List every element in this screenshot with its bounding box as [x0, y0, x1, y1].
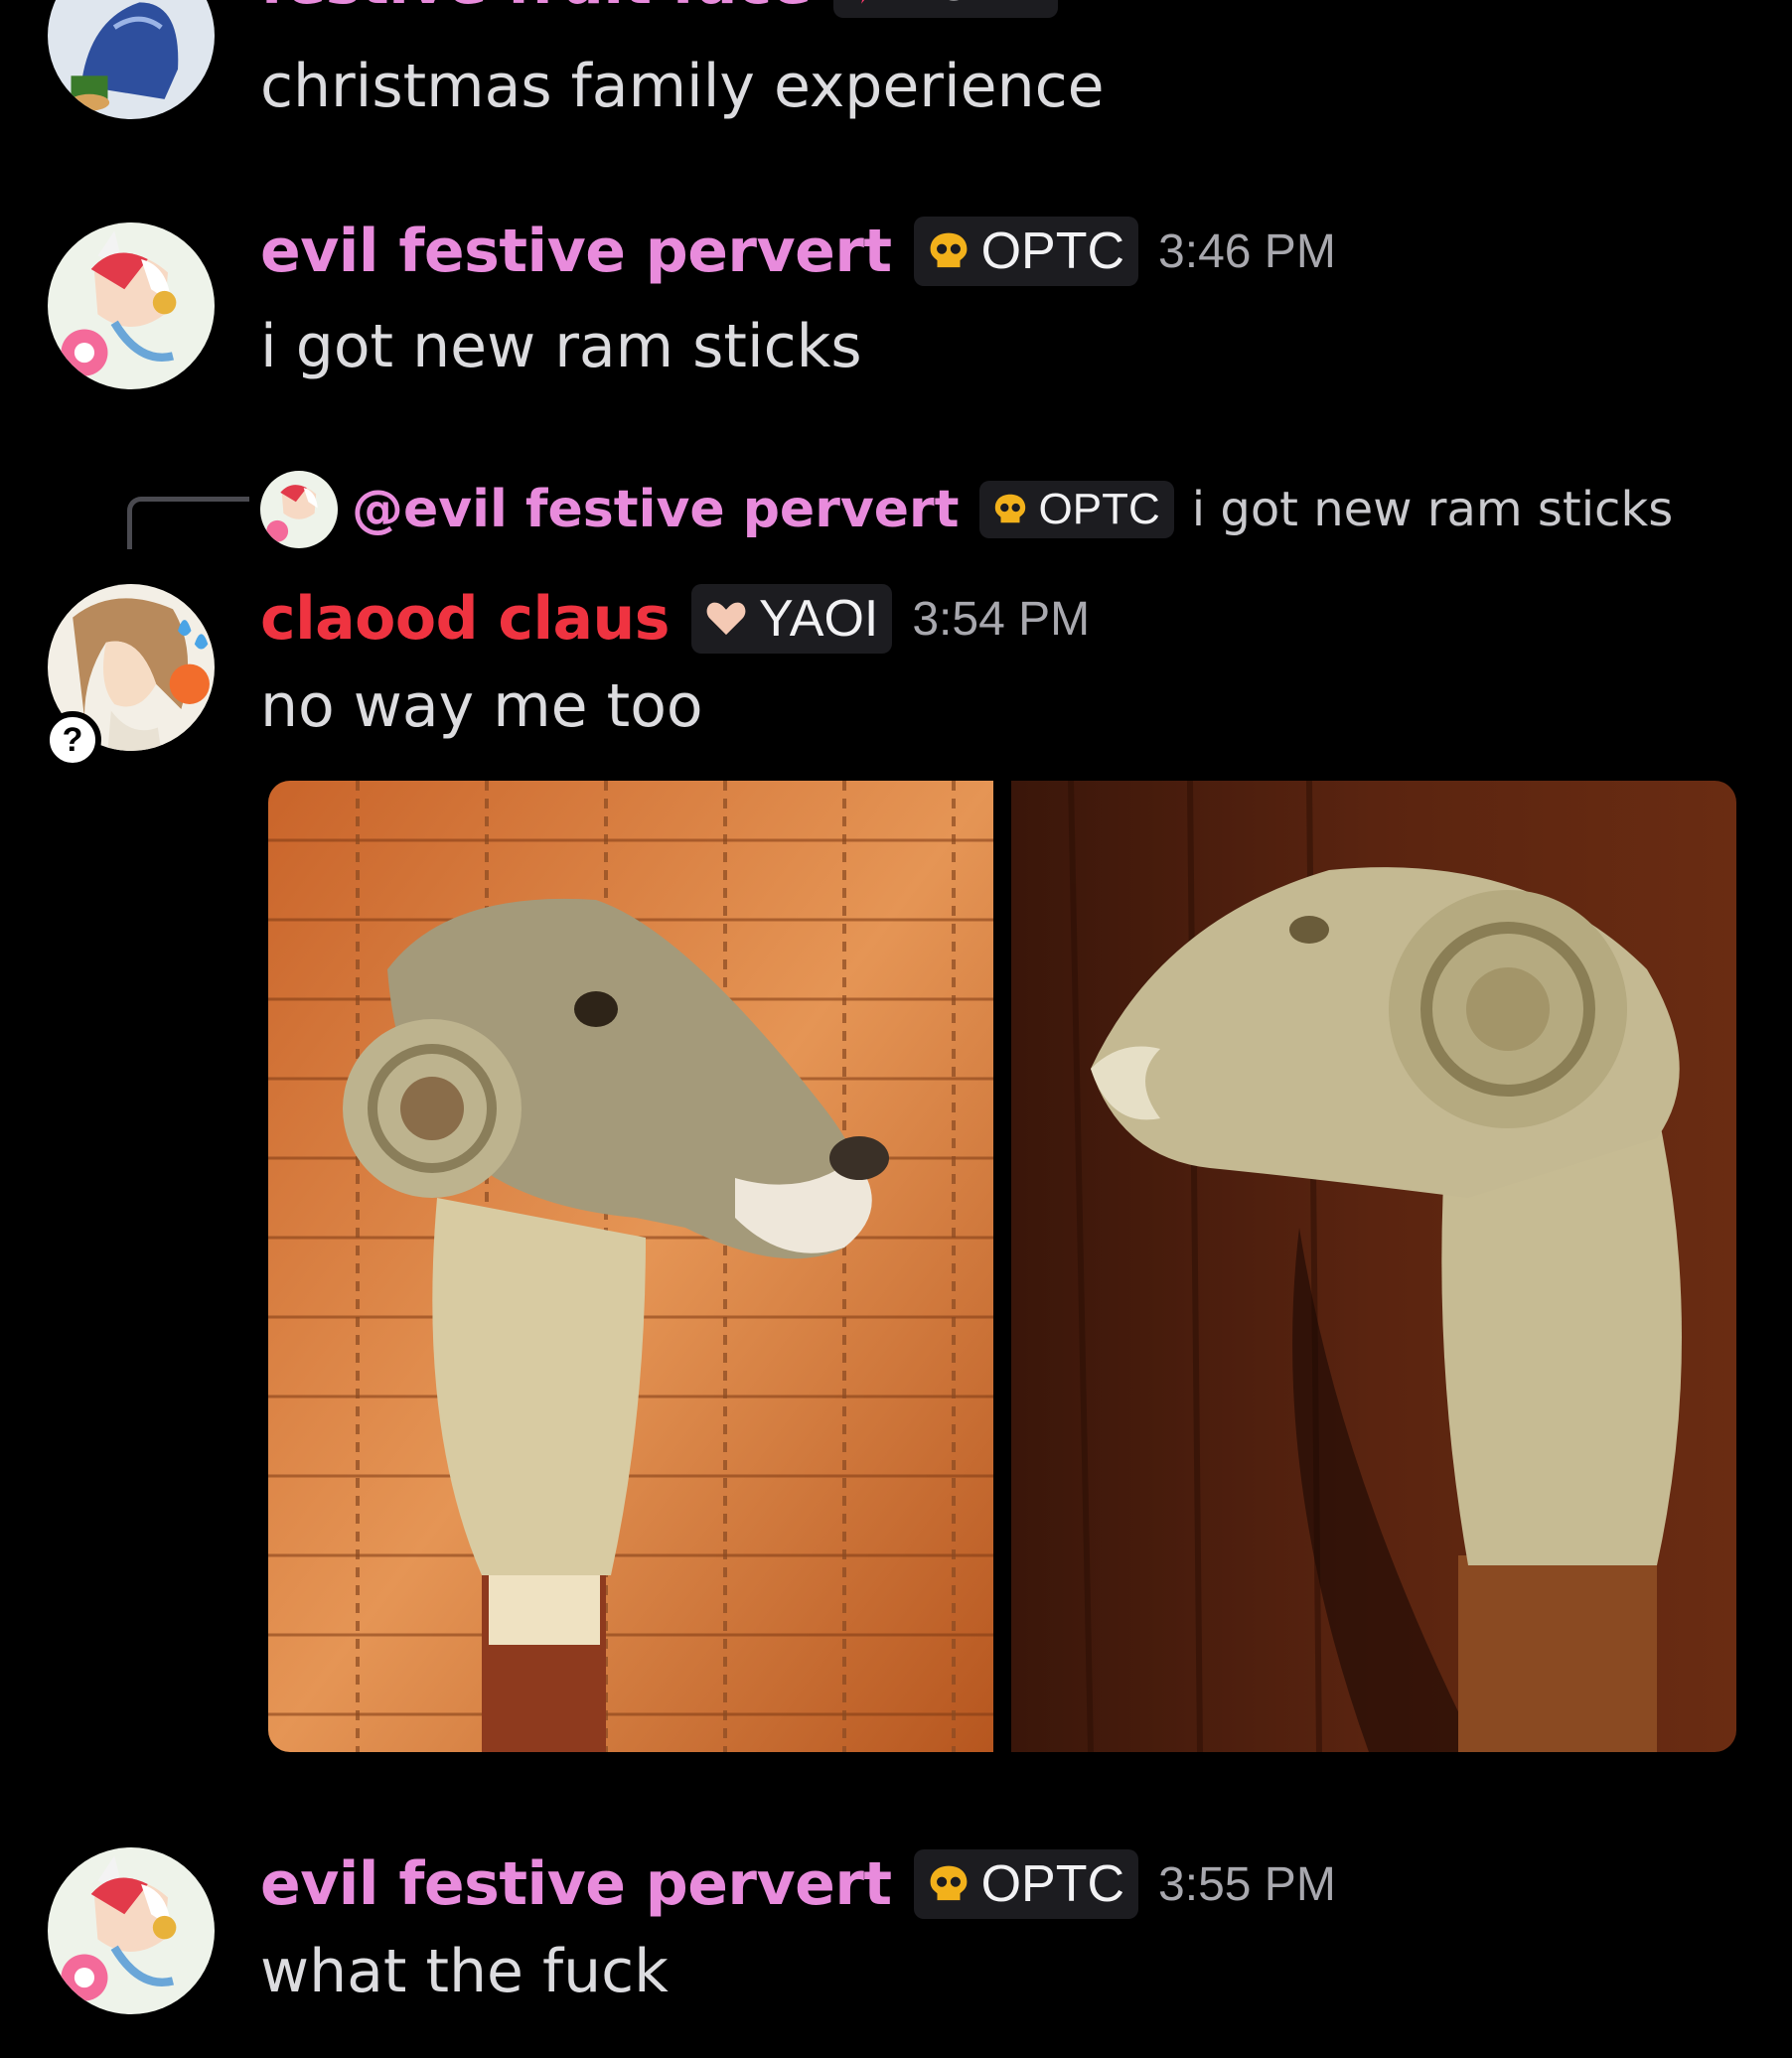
avatar[interactable]: [48, 1847, 215, 2014]
skull-icon: [926, 1861, 971, 1907]
tag-label: OPTC: [1038, 485, 1160, 533]
username[interactable]: evil festive pervert: [260, 217, 892, 286]
username[interactable]: claood claus: [260, 584, 670, 654]
username[interactable]: festive fruit face: [260, 0, 812, 18]
skull-icon: [991, 491, 1029, 528]
tag-label: OPTC: [980, 1855, 1125, 1913]
user-tag[interactable]: PUNK: [832, 0, 1059, 18]
tag-label: OPTC: [980, 222, 1125, 280]
timestamp: 3:46 PM: [1158, 224, 1336, 278]
message-text: no way me too: [260, 671, 703, 741]
heart-icon: [703, 596, 749, 642]
image-attachment[interactable]: [268, 781, 993, 1752]
avatar[interactable]: [48, 0, 215, 119]
user-tag[interactable]: OPTC: [913, 217, 1139, 286]
timestamp: 3:55 PM: [1158, 1857, 1336, 1911]
reply-mention[interactable]: @evil festive pervert: [352, 480, 960, 539]
user-tag[interactable]: YAOI: [690, 584, 893, 654]
tag-label: YAOI: [758, 590, 879, 648]
reply-connector: [127, 497, 249, 549]
username[interactable]: evil festive pervert: [260, 1849, 892, 1919]
reply-user-tag[interactable]: OPTC: [978, 481, 1174, 538]
avatar[interactable]: [48, 222, 215, 389]
skull-icon: [926, 228, 971, 274]
ram-head-cane-photo-icon: [268, 781, 993, 1752]
image-attachment[interactable]: [1011, 781, 1736, 1752]
message-text: i got new ram sticks: [260, 312, 862, 381]
message-text: what the fuck: [260, 1937, 669, 2006]
reply-text: i got new ram sticks: [1191, 482, 1674, 537]
user-tag[interactable]: OPTC: [913, 1849, 1139, 1919]
reply-avatar: [260, 471, 338, 548]
timestamp: 3:45 PM: [1078, 0, 1256, 11]
tag-label: PUNK: [901, 0, 1044, 13]
message-text: christmas family experience: [260, 52, 1105, 121]
status-badge: ?: [44, 711, 101, 769]
attachment-gallery: [268, 781, 1736, 1752]
lightning-icon: [845, 0, 891, 6]
reply-preview[interactable]: @evil festive pervert OPTC i got new ram…: [260, 471, 1673, 548]
ram-head-cane-photo-icon: [1011, 781, 1736, 1752]
timestamp: 3:54 PM: [912, 592, 1091, 646]
chat-view: festive fruit face PUNK 3:45 PM christma…: [0, 0, 1792, 2058]
